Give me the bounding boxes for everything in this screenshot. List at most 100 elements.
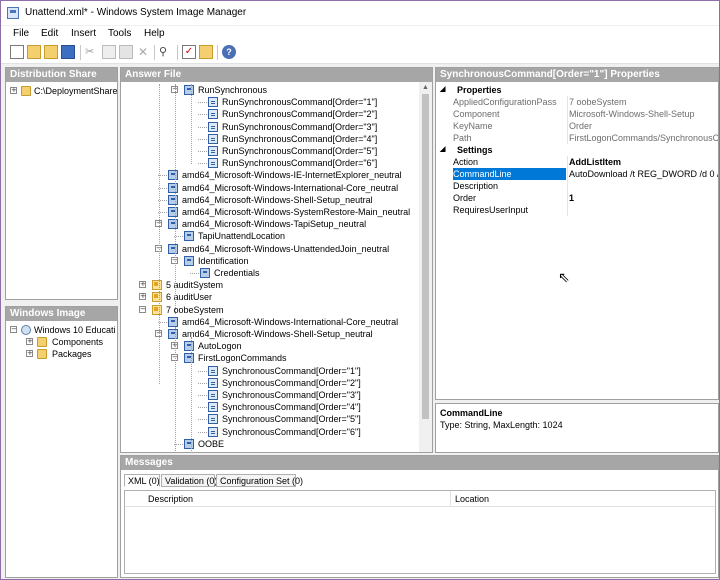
property-row-appliedconfigurationpass[interactable]: AppliedConfigurationPass 7 oobeSystem: [436, 96, 718, 108]
property-name: RequiresUserInput: [453, 205, 529, 215]
folder-icon: [21, 86, 31, 96]
open-icon[interactable]: [27, 45, 41, 59]
expand-icon[interactable]: +: [26, 338, 33, 345]
help-icon[interactable]: ?: [222, 45, 236, 59]
tab-configuration-set[interactable]: Configuration Set (0): [216, 474, 303, 487]
list-item-icon: [208, 365, 218, 376]
menu-file[interactable]: File: [13, 28, 29, 39]
node-label: amd64_Microsoft-Windows-TapiSetup_neutra…: [182, 219, 367, 230]
expand-icon[interactable]: +: [139, 293, 146, 301]
toolbar-separator: [217, 45, 218, 60]
list-item-icon: [208, 97, 218, 108]
collapse-icon[interactable]: −: [139, 305, 146, 313]
property-name: AppliedConfigurationPass: [453, 97, 557, 107]
tab-xml[interactable]: XML (0): [124, 474, 160, 487]
property-grid: ◢ Properties AppliedConfigurationPass 7 oob…: [436, 84, 718, 399]
collapse-icon[interactable]: −: [10, 326, 17, 333]
menu-bar: File Edit Insert Tools Help: [1, 26, 719, 42]
menu-edit[interactable]: Edit: [41, 28, 58, 39]
node-label: amd64_Microsoft-Windows-UnattendedJoin_n…: [182, 243, 390, 254]
messages-list: Description Location: [124, 490, 716, 574]
node-label: SynchronousCommand[Order="6"]: [222, 426, 361, 437]
toolbar-separator: [154, 45, 155, 60]
property-section-settings[interactable]: ◢ Settings: [436, 144, 718, 156]
property-row-commandline[interactable]: CommandLine AutoDownload /t REG_DWORD /d …: [436, 168, 718, 180]
scroll-up-icon[interactable]: ▲: [422, 84, 429, 91]
create-configuration-set-icon[interactable]: [199, 45, 213, 59]
node-label: RunSynchronousCommand[Order="5"]: [222, 146, 378, 156]
answer-file-tree: − RunSynchronous RunSynchronousCommand[Ord…: [121, 82, 419, 452]
grid-divider: [567, 180, 568, 192]
property-value[interactable]: AddListItem: [569, 156, 621, 168]
menu-tools[interactable]: Tools: [108, 28, 131, 39]
windows-image-pane: Windows Image − Windows 10 Educatio + Co…: [5, 306, 118, 578]
property-row-path[interactable]: Path FirstLogonCommands/SynchronousComm: [436, 132, 718, 144]
tree-guide-line: [191, 337, 192, 452]
answer-file-pane: Answer File − RunSynchronous RunSynchronou…: [120, 67, 433, 453]
distribution-share-root[interactable]: + C:\DeploymentShare: [10, 85, 117, 97]
list-item-icon: [208, 109, 218, 120]
find-icon[interactable]: ⚲: [159, 45, 173, 59]
paste-icon[interactable]: [119, 45, 133, 59]
component-icon: [184, 231, 194, 242]
column-description[interactable]: Description: [148, 494, 193, 504]
property-row-action[interactable]: Action AddListItem: [436, 156, 718, 168]
tree-connector: [190, 273, 199, 274]
answer-file-scrollbar[interactable]: ▲: [419, 82, 432, 452]
delete-icon[interactable]: ✕: [136, 45, 150, 59]
tree-connector: [198, 114, 207, 116]
property-row-requiresuserinput[interactable]: RequiresUserInput: [436, 204, 718, 216]
expand-icon[interactable]: +: [10, 87, 17, 94]
grid-divider: [567, 132, 568, 144]
property-name: Order: [453, 193, 477, 203]
expand-icon[interactable]: +: [26, 350, 33, 357]
expand-icon[interactable]: +: [139, 281, 146, 289]
property-section-properties[interactable]: ◢ Properties: [436, 84, 718, 96]
save-icon[interactable]: [61, 45, 75, 59]
main-window: Unattend.xml* - Windows System Image Man…: [0, 0, 720, 580]
property-row-description[interactable]: Description: [436, 180, 718, 192]
property-value[interactable]: AutoDownload /t REG_DWORD /d 0 /f: [569, 168, 718, 180]
component-icon: [168, 316, 178, 327]
property-row-component[interactable]: Component Microsoft-Windows-Shell-Setup: [436, 108, 718, 120]
title-bar[interactable]: Unattend.xml* - Windows System Image Man…: [1, 1, 719, 25]
toolbar-separator: [177, 45, 178, 60]
messages-pane: Messages XML (0) Validation (0) Configur…: [120, 455, 719, 578]
open-folder-icon[interactable]: [44, 45, 58, 59]
windows-image-root[interactable]: − Windows 10 Educatio: [10, 324, 115, 336]
cut-icon[interactable]: ✂: [85, 45, 99, 59]
collapse-icon[interactable]: ◢: [440, 84, 445, 96]
property-value: FirstLogonCommands/SynchronousComm: [569, 133, 719, 143]
messages-tab-strip: XML (0) Validation (0) Configuration Set…: [121, 470, 718, 490]
property-name: KeyName: [453, 121, 493, 131]
tree-connector: [198, 151, 207, 152]
scrollbar-thumb[interactable]: [422, 94, 429, 419]
node-label: SynchronousCommand[Order="5"]: [222, 414, 361, 425]
node-label: SynchronousCommand[Order="1"]: [222, 365, 361, 376]
node-label: 6 auditUser: [166, 292, 213, 303]
property-name: Component: [453, 109, 500, 119]
menu-help[interactable]: Help: [144, 28, 165, 39]
menu-insert[interactable]: Insert: [71, 28, 96, 39]
property-value[interactable]: 1: [569, 192, 574, 204]
mouse-cursor-icon: ⇖: [558, 269, 570, 285]
folder-icon: [37, 349, 47, 359]
tab-validation[interactable]: Validation (0): [161, 474, 217, 487]
grid-divider: [567, 192, 568, 204]
new-icon[interactable]: [10, 45, 24, 59]
list-item-icon: [208, 377, 218, 388]
window-title: Unattend.xml* - Windows System Image Man…: [25, 7, 247, 18]
property-row-order[interactable]: Order 1: [436, 192, 718, 204]
property-row-keyname[interactable]: KeyName Order: [436, 120, 718, 132]
node-label: amd64_Microsoft-Windows-International-Co…: [182, 182, 399, 193]
column-location[interactable]: Location: [455, 494, 489, 504]
list-folder-icon: [184, 85, 194, 95]
list-item-icon: [208, 390, 218, 400]
validate-icon[interactable]: ✓: [182, 45, 196, 59]
copy-icon[interactable]: [102, 45, 116, 59]
node-label: RunSynchronousCommand[Order="3"]: [222, 121, 378, 132]
messages-header: Messages: [121, 456, 718, 470]
windows-image-icon: [21, 325, 31, 335]
collapse-icon[interactable]: ◢: [440, 144, 445, 156]
list-folder-icon: [184, 353, 194, 364]
